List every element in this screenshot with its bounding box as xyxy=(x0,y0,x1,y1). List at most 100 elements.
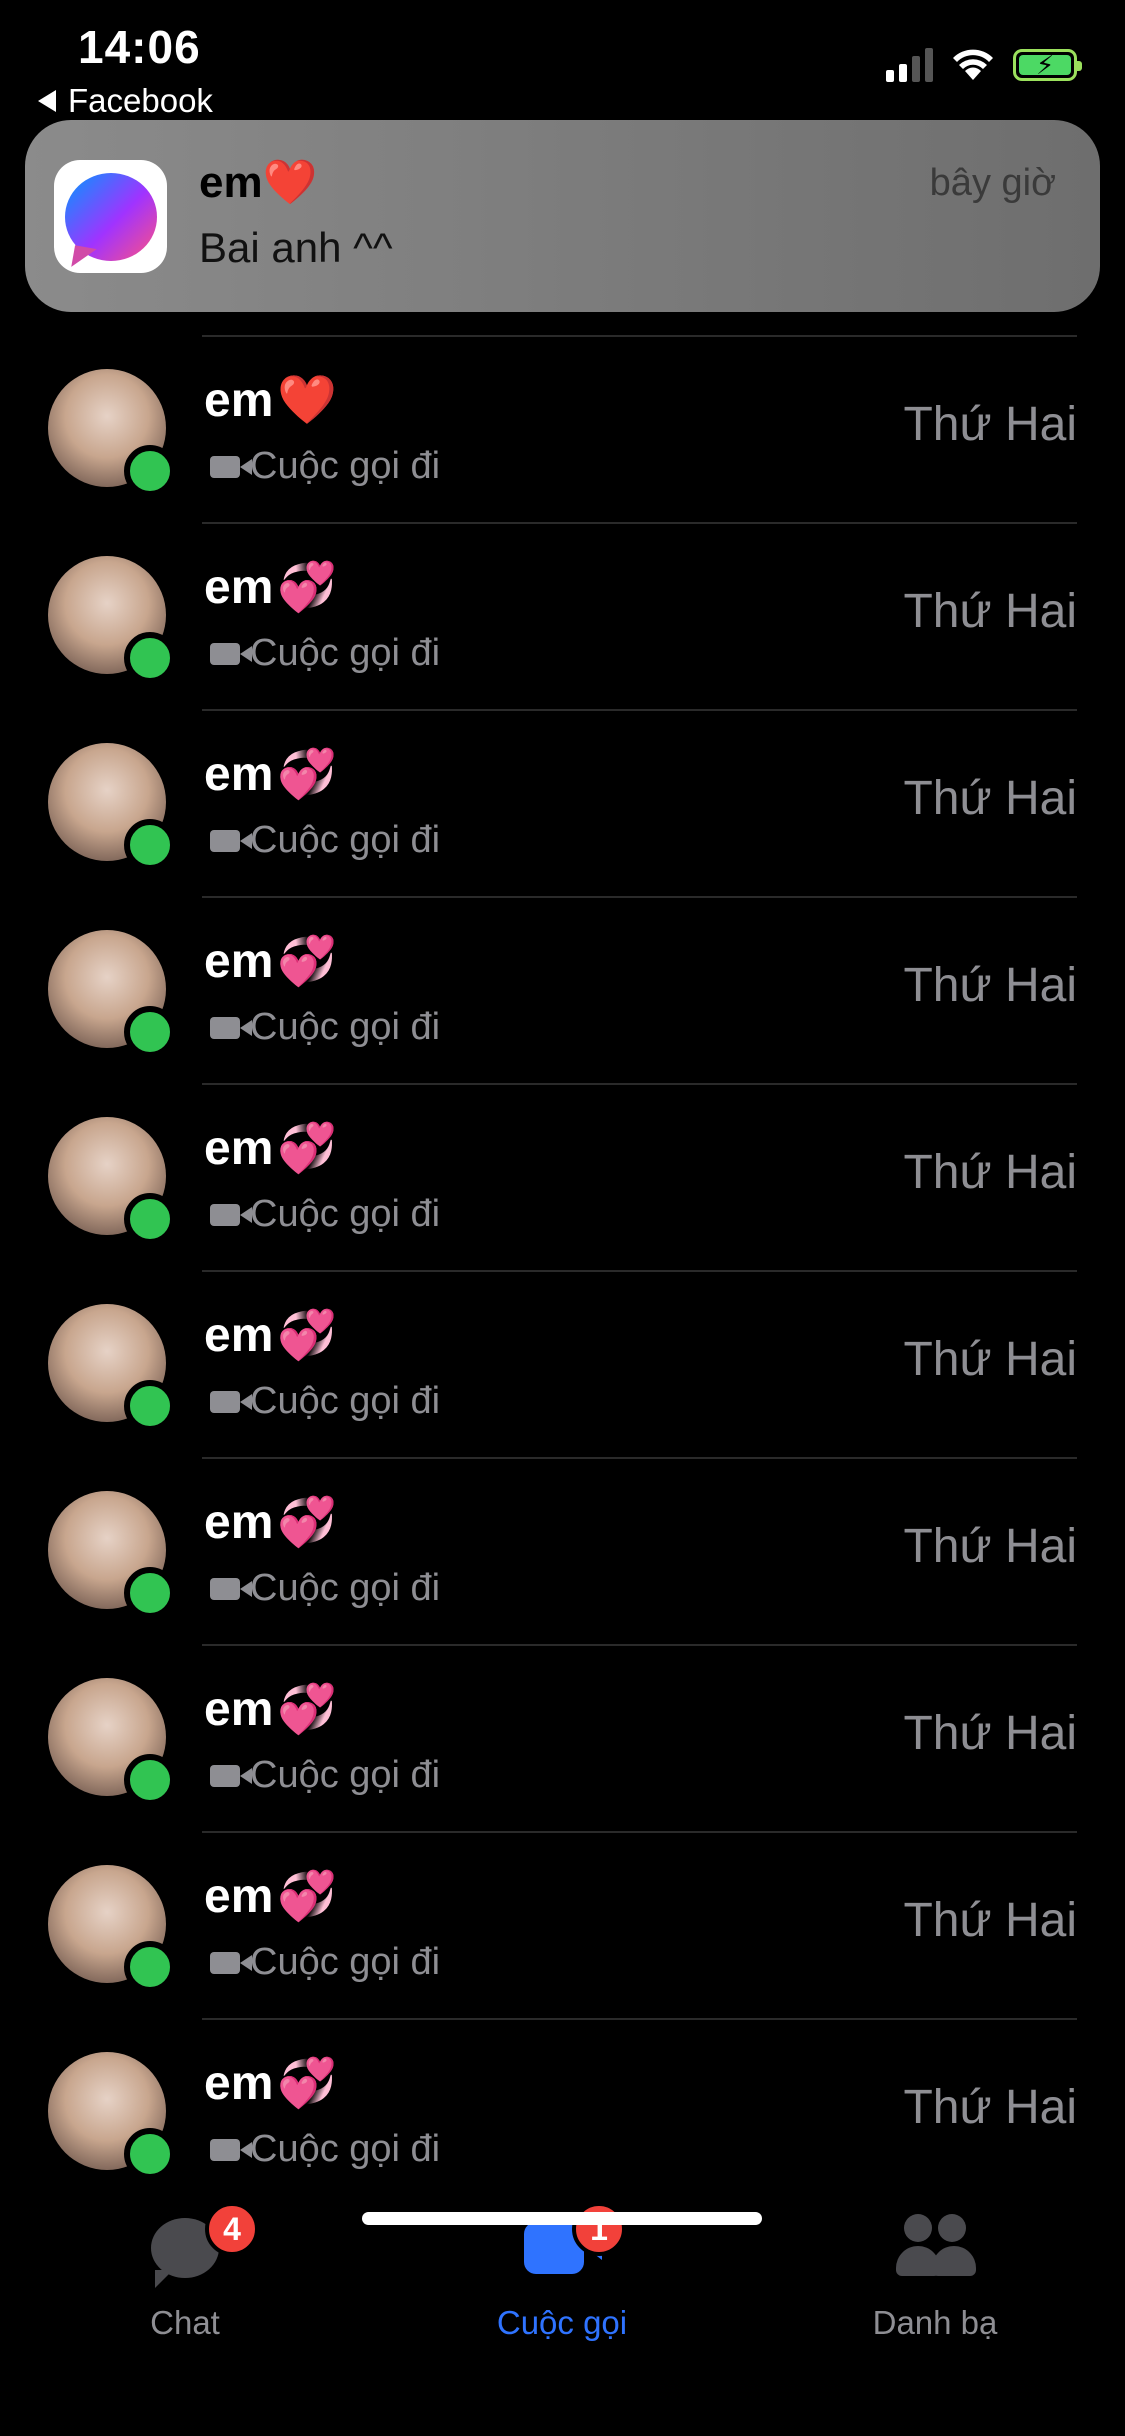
tab-contacts[interactable]: Danh bạ xyxy=(815,2208,1055,2342)
notification-message: Bai anh ^^ xyxy=(199,224,393,271)
contact-name: em💞 xyxy=(204,1122,338,1175)
contact-emoji: 💞 xyxy=(277,935,338,988)
call-type: Cuộc gọi đi xyxy=(210,1941,440,1984)
call-type-label: Cuộc gọi đi xyxy=(250,819,441,861)
tab-calls[interactable]: 1 Cuộc gọi xyxy=(442,2202,682,2342)
contact-emoji: 💞 xyxy=(277,748,338,801)
contact-name: em💞 xyxy=(204,561,338,614)
call-type-label: Cuộc gọi đi xyxy=(250,1754,441,1796)
home-indicator[interactable] xyxy=(362,2212,762,2225)
call-row[interactable]: em💞 Cuộc gọi đi Thứ Hai xyxy=(0,1831,1125,2018)
call-type: Cuộc gọi đi xyxy=(210,819,440,862)
call-day: Thứ Hai xyxy=(903,585,1077,638)
online-status-dot xyxy=(124,1006,176,1058)
call-type-label: Cuộc gọi đi xyxy=(250,632,441,674)
call-type: Cuộc gọi đi xyxy=(210,1380,440,1423)
back-to-app-link[interactable]: Facebook xyxy=(38,82,213,120)
contact-emoji: 💞 xyxy=(277,1122,338,1175)
call-type-label: Cuộc gọi đi xyxy=(250,1193,441,1235)
call-type-label: Cuộc gọi đi xyxy=(250,1006,441,1048)
outgoing-video-call-icon xyxy=(210,829,252,852)
people-icon xyxy=(890,2214,980,2284)
call-row[interactable]: em💞 Cuộc gọi đi Thứ Hai xyxy=(0,896,1125,1083)
call-type-label: Cuộc gọi đi xyxy=(250,2128,441,2170)
cellular-signal-icon xyxy=(886,48,933,82)
outgoing-video-call-icon xyxy=(210,1203,252,1226)
online-status-dot xyxy=(124,445,176,497)
contact-name: em❤️ xyxy=(204,374,338,427)
call-day: Thứ Hai xyxy=(903,1707,1077,1760)
outgoing-video-call-icon xyxy=(210,1764,252,1787)
contact-emoji: ❤️ xyxy=(277,374,338,427)
call-type: Cuộc gọi đi xyxy=(210,1006,440,1049)
call-type: Cuộc gọi đi xyxy=(210,1567,440,1610)
back-link-label: Facebook xyxy=(68,82,213,119)
call-type: Cuộc gọi đi xyxy=(210,445,440,488)
call-day: Thứ Hai xyxy=(903,772,1077,825)
tab-contacts-label: Danh bạ xyxy=(872,2304,998,2341)
call-day: Thứ Hai xyxy=(903,959,1077,1012)
outgoing-video-call-icon xyxy=(210,2138,252,2161)
notification-banner[interactable]: em❤️ Bai anh ^^ bây giờ xyxy=(25,120,1100,312)
call-type-label: Cuộc gọi đi xyxy=(250,1941,441,1983)
wifi-icon xyxy=(953,49,993,80)
call-type: Cuộc gọi đi xyxy=(210,1193,440,1236)
call-row[interactable]: em💞 Cuộc gọi đi Thứ Hai xyxy=(0,709,1125,896)
call-day: Thứ Hai xyxy=(903,1894,1077,1947)
status-icons: ⚡ xyxy=(886,48,1082,82)
contact-name: em💞 xyxy=(204,1496,338,1549)
notification-title: em❤️ xyxy=(199,158,318,207)
tab-chat-label: Chat xyxy=(150,2304,220,2341)
outgoing-video-call-icon xyxy=(210,1577,252,1600)
online-status-dot xyxy=(124,1193,176,1245)
contact-emoji: 💞 xyxy=(277,561,338,614)
online-status-dot xyxy=(124,2128,176,2180)
call-day: Thứ Hai xyxy=(903,1333,1077,1386)
outgoing-video-call-icon xyxy=(210,1016,252,1039)
notification-time: bây giờ xyxy=(929,162,1056,204)
online-status-dot xyxy=(124,1754,176,1806)
call-row[interactable]: em💞 Cuộc gọi đi Thứ Hai xyxy=(0,2018,1125,2205)
online-status-dot xyxy=(124,1941,176,1993)
call-row[interactable]: em❤️ Cuộc gọi đi Thứ Hai xyxy=(0,335,1125,522)
outgoing-video-call-icon xyxy=(210,1390,252,1413)
online-status-dot xyxy=(124,632,176,684)
contact-emoji: 💞 xyxy=(277,1496,338,1549)
call-type-label: Cuộc gọi đi xyxy=(250,445,441,487)
call-row[interactable]: em💞 Cuộc gọi đi Thứ Hai xyxy=(0,1270,1125,1457)
calls-badge: 1 xyxy=(572,2202,626,2256)
tab-chat[interactable]: 4 Chat xyxy=(65,2202,305,2342)
contact-name: em💞 xyxy=(204,1870,338,1923)
online-status-dot xyxy=(124,819,176,871)
call-day: Thứ Hai xyxy=(903,1146,1077,1199)
back-triangle-icon xyxy=(38,90,56,112)
status-bar: 14:06 Facebook ⚡ xyxy=(0,0,1125,120)
clock: 14:06 xyxy=(78,21,201,73)
call-row[interactable]: em💞 Cuộc gọi đi Thứ Hai xyxy=(0,1083,1125,1270)
messenger-app-icon xyxy=(54,160,167,273)
outgoing-video-call-icon xyxy=(210,642,252,665)
call-day: Thứ Hai xyxy=(903,1520,1077,1573)
call-row[interactable]: em💞 Cuộc gọi đi Thứ Hai xyxy=(0,1457,1125,1644)
call-history-list: em❤️ Cuộc gọi đi Thứ Hai em💞 Cuộc gọi đi… xyxy=(0,335,1125,2205)
call-type-label: Cuộc gọi đi xyxy=(250,1567,441,1609)
call-day: Thứ Hai xyxy=(903,398,1077,451)
call-type: Cuộc gọi đi xyxy=(210,632,440,675)
call-type: Cuộc gọi đi xyxy=(210,2128,440,2171)
outgoing-video-call-icon xyxy=(210,455,252,478)
chat-badge: 4 xyxy=(205,2202,259,2256)
battery-charging-icon: ⚡ xyxy=(1013,49,1082,81)
contact-emoji: 💞 xyxy=(277,1683,338,1736)
contact-emoji: 💞 xyxy=(277,1309,338,1362)
call-type: Cuộc gọi đi xyxy=(210,1754,440,1797)
online-status-dot xyxy=(124,1380,176,1432)
contact-name: em💞 xyxy=(204,1683,338,1736)
call-row[interactable]: em💞 Cuộc gọi đi Thứ Hai xyxy=(0,522,1125,709)
call-row[interactable]: em💞 Cuộc gọi đi Thứ Hai xyxy=(0,1644,1125,1831)
contact-name: em💞 xyxy=(204,935,338,988)
call-day: Thứ Hai xyxy=(903,2081,1077,2134)
contact-emoji: 💞 xyxy=(277,2057,338,2110)
contact-name: em💞 xyxy=(204,748,338,801)
online-status-dot xyxy=(124,1567,176,1619)
outgoing-video-call-icon xyxy=(210,1951,252,1974)
